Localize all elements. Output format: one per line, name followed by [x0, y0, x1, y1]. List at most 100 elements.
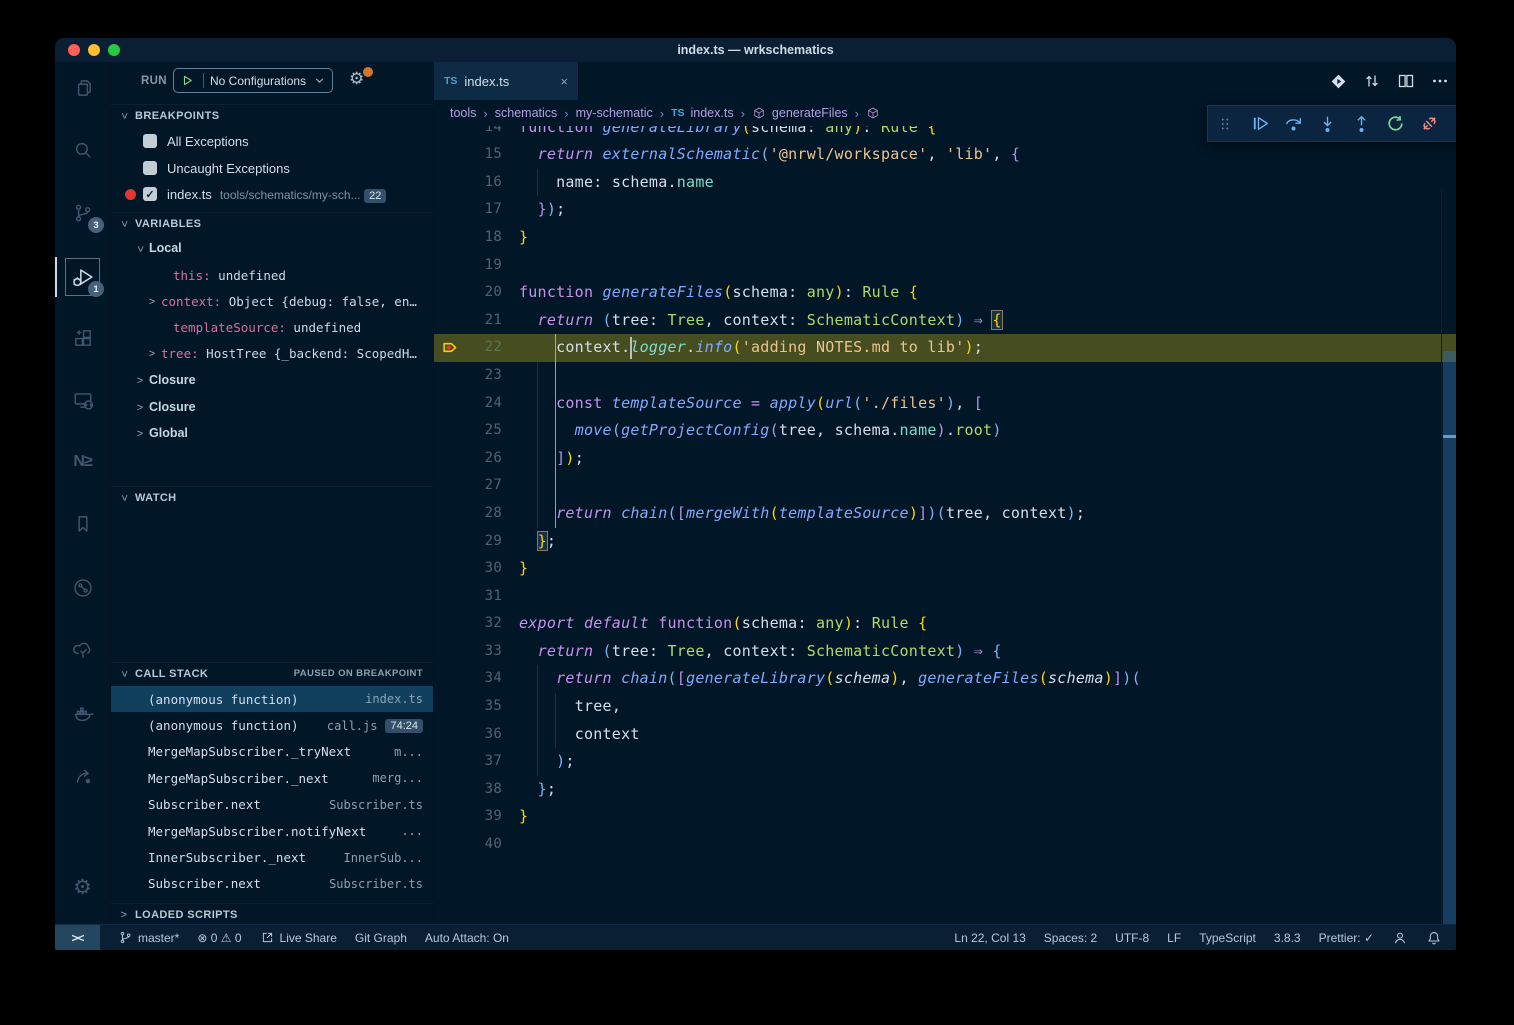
code-line-35[interactable]: 35 tree,	[434, 693, 1456, 721]
activitybar-item-bookmarks[interactable]	[55, 502, 110, 546]
restart-button[interactable]	[1378, 109, 1412, 139]
code-line-21[interactable]: 21 return (tree: Tree, context: Schemati…	[434, 307, 1456, 335]
line-number[interactable]: 39	[434, 803, 502, 831]
call-stack-frame[interactable]: Subscriber.nextSubscriber.ts	[111, 871, 433, 897]
statusbar-git-branch[interactable]: master*	[118, 930, 179, 945]
statusbar-feedback[interactable]	[1392, 930, 1408, 946]
variable-row[interactable]: >Global	[111, 420, 433, 446]
line-number[interactable]: 20	[434, 279, 502, 307]
code-line-22[interactable]: 22 context.logger.info('adding NOTES.md …	[434, 334, 1456, 362]
open-changes-button[interactable]	[1329, 72, 1348, 91]
code-line-29[interactable]: 29 };	[434, 528, 1456, 556]
line-number[interactable]: 23	[434, 362, 502, 390]
compare-changes-button[interactable]	[1362, 71, 1382, 91]
line-number[interactable]: 28	[434, 500, 502, 528]
line-number[interactable]: 16	[434, 169, 502, 197]
line-number[interactable]: 19	[434, 252, 502, 280]
step-over-button[interactable]	[1276, 109, 1310, 139]
line-number[interactable]: 34	[434, 665, 502, 693]
variable-row[interactable]: >context: Object {debug: false, en…	[111, 288, 433, 314]
line-number[interactable]: 35	[434, 693, 502, 721]
current-stack-frame-icon[interactable]	[442, 339, 459, 356]
continue-button[interactable]	[1242, 109, 1276, 139]
activitybar-item-remote-explorer[interactable]	[55, 378, 110, 422]
configure-launch-button[interactable]: ⚙	[349, 69, 371, 91]
code-line-40[interactable]: 40	[434, 831, 1456, 859]
loaded-scripts-section-header[interactable]: >LOADED SCRIPTS	[111, 903, 433, 925]
breadcrumb-item[interactable]	[866, 106, 886, 120]
breadcrumb-item[interactable]: tools	[450, 106, 476, 120]
code-line-31[interactable]: 31	[434, 583, 1456, 611]
breakpoint-checkbox[interactable]	[143, 134, 157, 148]
call-stack-frame[interactable]: MergeMapSubscriber.notifyNext...	[111, 818, 433, 844]
statusbar-live-share[interactable]: Live Share	[260, 930, 337, 945]
breakpoint-checkbox[interactable]	[143, 161, 157, 175]
statusbar-prettier[interactable]: Prettier: ✓	[1319, 931, 1374, 945]
statusbar-problems[interactable]: ⊗ 0 ⚠ 0	[197, 931, 241, 945]
code-line-34[interactable]: 34 return chain([generateLibrary(schema)…	[434, 665, 1456, 693]
line-number[interactable]: 38	[434, 776, 502, 804]
statusbar-cursor-position[interactable]: Ln 22, Col 13	[954, 931, 1025, 945]
breadcrumb-item[interactable]: schematics	[495, 106, 558, 120]
code-line-28[interactable]: 28 return chain([mergeWith(templateSourc…	[434, 500, 1456, 528]
activitybar-item-source-control[interactable]: 3	[55, 191, 110, 235]
statusbar-ts-version[interactable]: 3.8.3	[1274, 931, 1301, 945]
variable-row[interactable]: >tree: HostTree {_backend: ScopedH…	[111, 340, 433, 366]
line-number[interactable]: 30	[434, 555, 502, 583]
activitybar-item-share[interactable]	[55, 754, 110, 798]
line-number[interactable]: 21	[434, 307, 502, 335]
breadcrumb-item[interactable]: generateFiles	[752, 106, 848, 120]
minimize-window-button[interactable]	[88, 44, 100, 56]
breadcrumb-item[interactable]: my-schematic	[576, 106, 653, 120]
code-line-37[interactable]: 37 );	[434, 748, 1456, 776]
code-line-15[interactable]: 15 return externalSchematic('@nrwl/works…	[434, 141, 1456, 169]
code-line-25[interactable]: 25 move(getProjectConfig(tree, schema.na…	[434, 417, 1456, 445]
statusbar-git-graph[interactable]: Git Graph	[355, 931, 407, 945]
breakpoints-section-header[interactable]: >BREAKPOINTS	[111, 104, 433, 126]
close-window-button[interactable]	[68, 44, 80, 56]
statusbar-encoding[interactable]: UTF-8	[1115, 931, 1149, 945]
activitybar-item-git-history[interactable]	[55, 566, 110, 610]
line-number[interactable]: 40	[434, 831, 502, 859]
line-number[interactable]: 31	[434, 583, 502, 611]
activitybar-item-nx-console[interactable]: N≥	[55, 440, 110, 484]
variable-row[interactable]: templateSource: undefined	[111, 314, 433, 340]
drag-handle[interactable]	[1208, 109, 1242, 139]
line-number[interactable]: 18	[434, 224, 502, 252]
code-line-38[interactable]: 38 };	[434, 776, 1456, 804]
code-line-23[interactable]: 23	[434, 362, 1456, 390]
code-line-18[interactable]: 18}	[434, 224, 1456, 252]
call-stack-frame[interactable]: (anonymous function)index.ts	[111, 686, 433, 712]
call-stack-frame[interactable]: MergeMapSubscriber._nextmerg...	[111, 765, 433, 791]
call-stack-section-header[interactable]: >CALL STACKPAUSED ON BREAKPOINT	[111, 662, 433, 684]
step-into-button[interactable]	[1310, 109, 1344, 139]
breakpoint-checkbox[interactable]: ✓	[143, 187, 157, 201]
code-editor[interactable]: 14function generateLibrary(schema: any):…	[434, 126, 1456, 925]
activitybar-item-extensions[interactable]	[55, 316, 110, 360]
variable-row[interactable]: >Local	[111, 235, 433, 261]
statusbar-auto-attach[interactable]: Auto Attach: On	[425, 931, 509, 945]
call-stack-frame[interactable]: InnerSubscriber._nextInnerSub...	[111, 844, 433, 870]
code-line-20[interactable]: 20function generateFiles(schema: any): R…	[434, 279, 1456, 307]
activitybar-item-search[interactable]	[55, 128, 110, 172]
start-debug-icon[interactable]	[180, 73, 195, 88]
code-line-36[interactable]: 36 context	[434, 721, 1456, 749]
code-line-32[interactable]: 32export default function(schema: any): …	[434, 610, 1456, 638]
activitybar-item-manage[interactable]: ⚙	[55, 866, 110, 910]
split-editor-button[interactable]	[1396, 71, 1416, 91]
editor-scrollbar[interactable]	[1441, 190, 1456, 925]
line-number[interactable]: 25	[434, 417, 502, 445]
code-line-17[interactable]: 17 });	[434, 196, 1456, 224]
line-number[interactable]: 29	[434, 528, 502, 556]
breakpoint-row[interactable]: ✓index.tstools/schematics/my-sch... 22	[111, 181, 433, 207]
remote-indicator[interactable]: ><	[55, 925, 100, 950]
line-number[interactable]: 33	[434, 638, 502, 666]
code-line-39[interactable]: 39}	[434, 803, 1456, 831]
code-line-30[interactable]: 30}	[434, 555, 1456, 583]
code-line-19[interactable]: 19	[434, 252, 1456, 280]
watch-section-header[interactable]: >WATCH	[111, 486, 433, 508]
more-actions-button[interactable]	[1430, 71, 1450, 91]
statusbar-indentation[interactable]: Spaces: 2	[1044, 931, 1097, 945]
line-number[interactable]: 32	[434, 610, 502, 638]
code-line-26[interactable]: 26 ]);	[434, 445, 1456, 473]
